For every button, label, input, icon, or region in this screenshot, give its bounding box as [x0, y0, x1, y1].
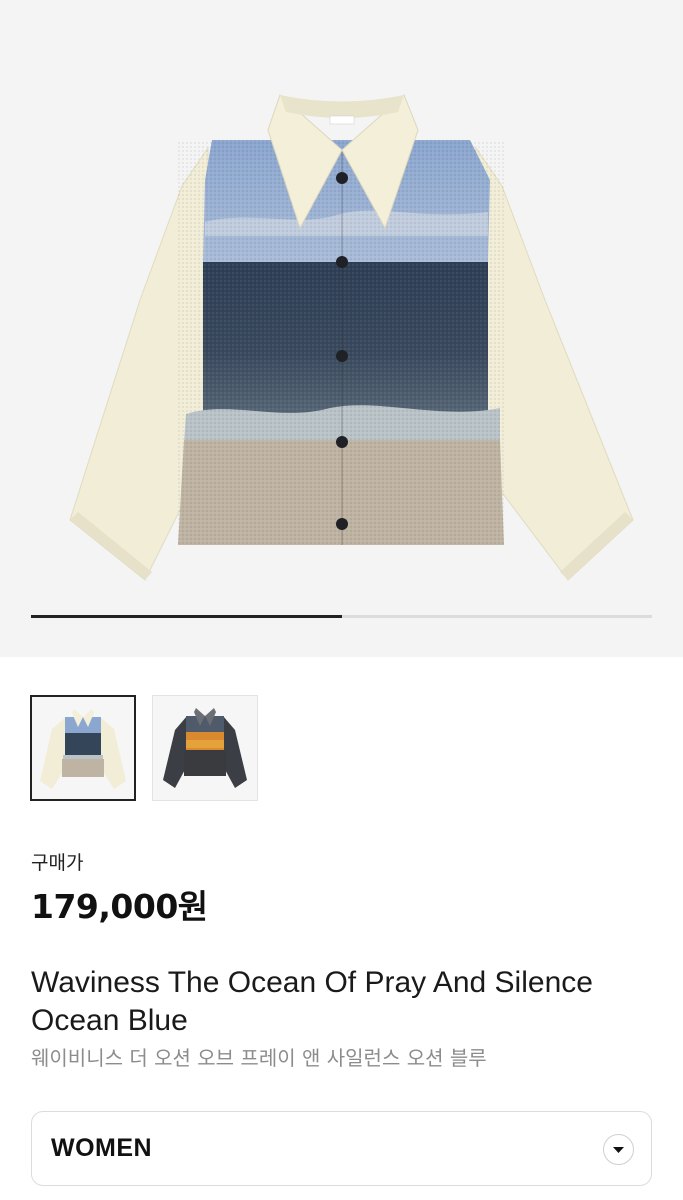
carousel-progress-fill: [31, 615, 342, 618]
price-label: 구매가: [31, 852, 84, 874]
product-image-carousel[interactable]: [0, 0, 683, 657]
thumbnail-image: [153, 696, 257, 800]
category-dropdown[interactable]: WOMEN: [31, 1111, 652, 1186]
thumbnail-image: [32, 697, 134, 799]
chevron-down-icon[interactable]: [603, 1134, 634, 1165]
category-dropdown-value: WOMEN: [51, 1134, 153, 1162]
product-image: [69, 94, 634, 581]
price: 179,000원: [31, 887, 208, 926]
carousel-progress-bar: [31, 615, 652, 618]
product-title: Waviness The Ocean Of Pray And Silence O…: [31, 966, 593, 1037]
product-subtitle-korean: 웨이비니스 더 오션 오브 프레이 앤 사일런스 오션 블루: [31, 1046, 487, 1070]
thumbnail-ocean-blue[interactable]: [30, 695, 136, 801]
thumbnail-sunset[interactable]: [152, 695, 258, 801]
